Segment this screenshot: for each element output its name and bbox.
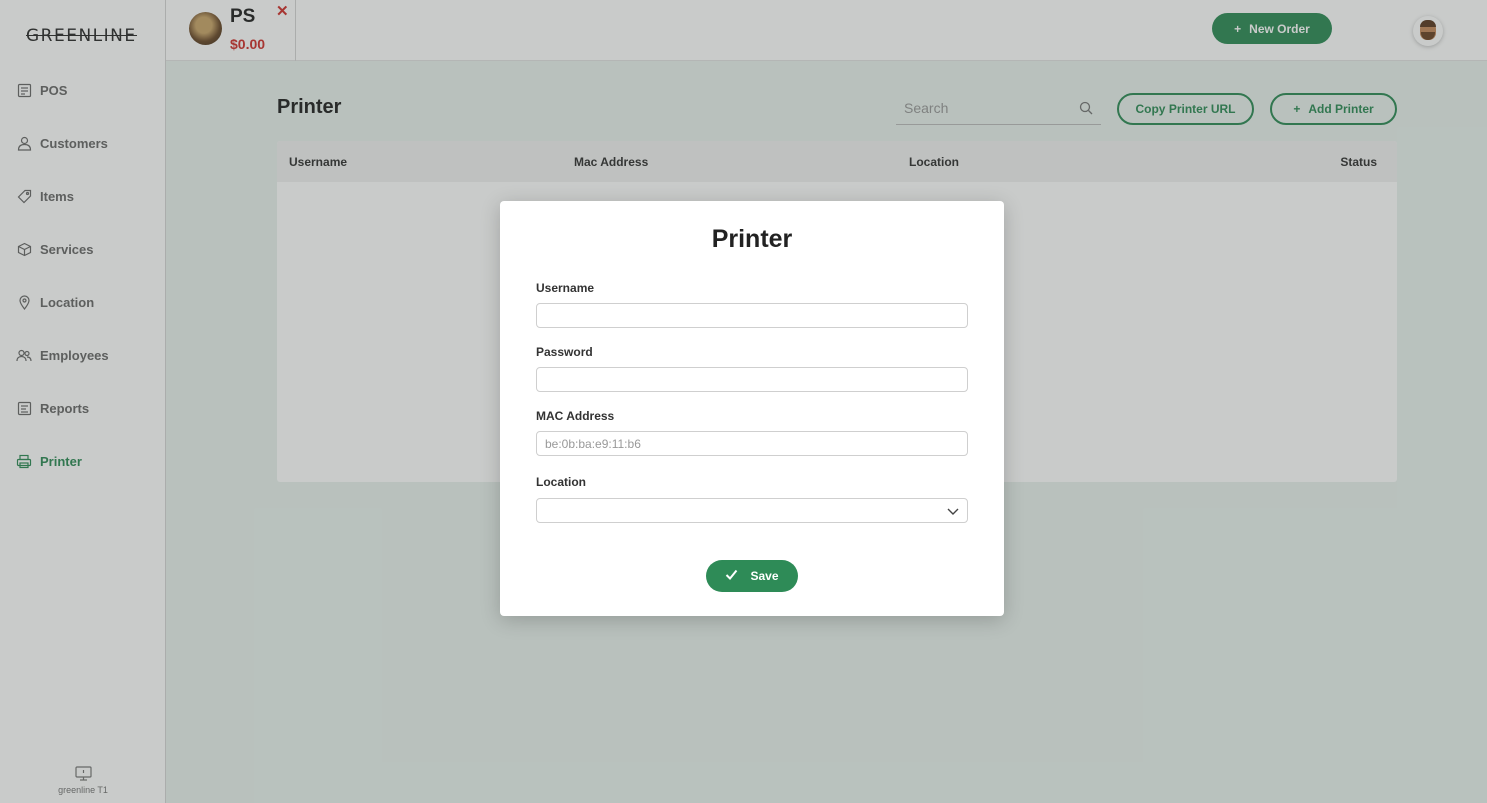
save-label: Save — [750, 569, 779, 583]
password-field-wrapper — [536, 367, 968, 392]
username-field[interactable] — [537, 304, 967, 327]
password-field[interactable] — [537, 368, 967, 391]
mac-address-label: MAC Address — [536, 409, 615, 423]
username-label: Username — [536, 281, 595, 295]
save-button[interactable]: Save — [706, 560, 798, 592]
mac-address-field-wrapper — [536, 431, 968, 456]
mac-address-field[interactable] — [537, 432, 967, 455]
location-label: Location — [536, 475, 586, 489]
check-icon — [725, 569, 738, 583]
modal-title: Printer — [711, 225, 793, 253]
username-field-wrapper — [536, 303, 968, 328]
location-select[interactable] — [536, 498, 968, 523]
password-label: Password — [536, 345, 593, 359]
printer-modal: Printer Username Password MAC Address Lo… — [500, 201, 1004, 616]
chevron-down-icon — [946, 505, 960, 517]
